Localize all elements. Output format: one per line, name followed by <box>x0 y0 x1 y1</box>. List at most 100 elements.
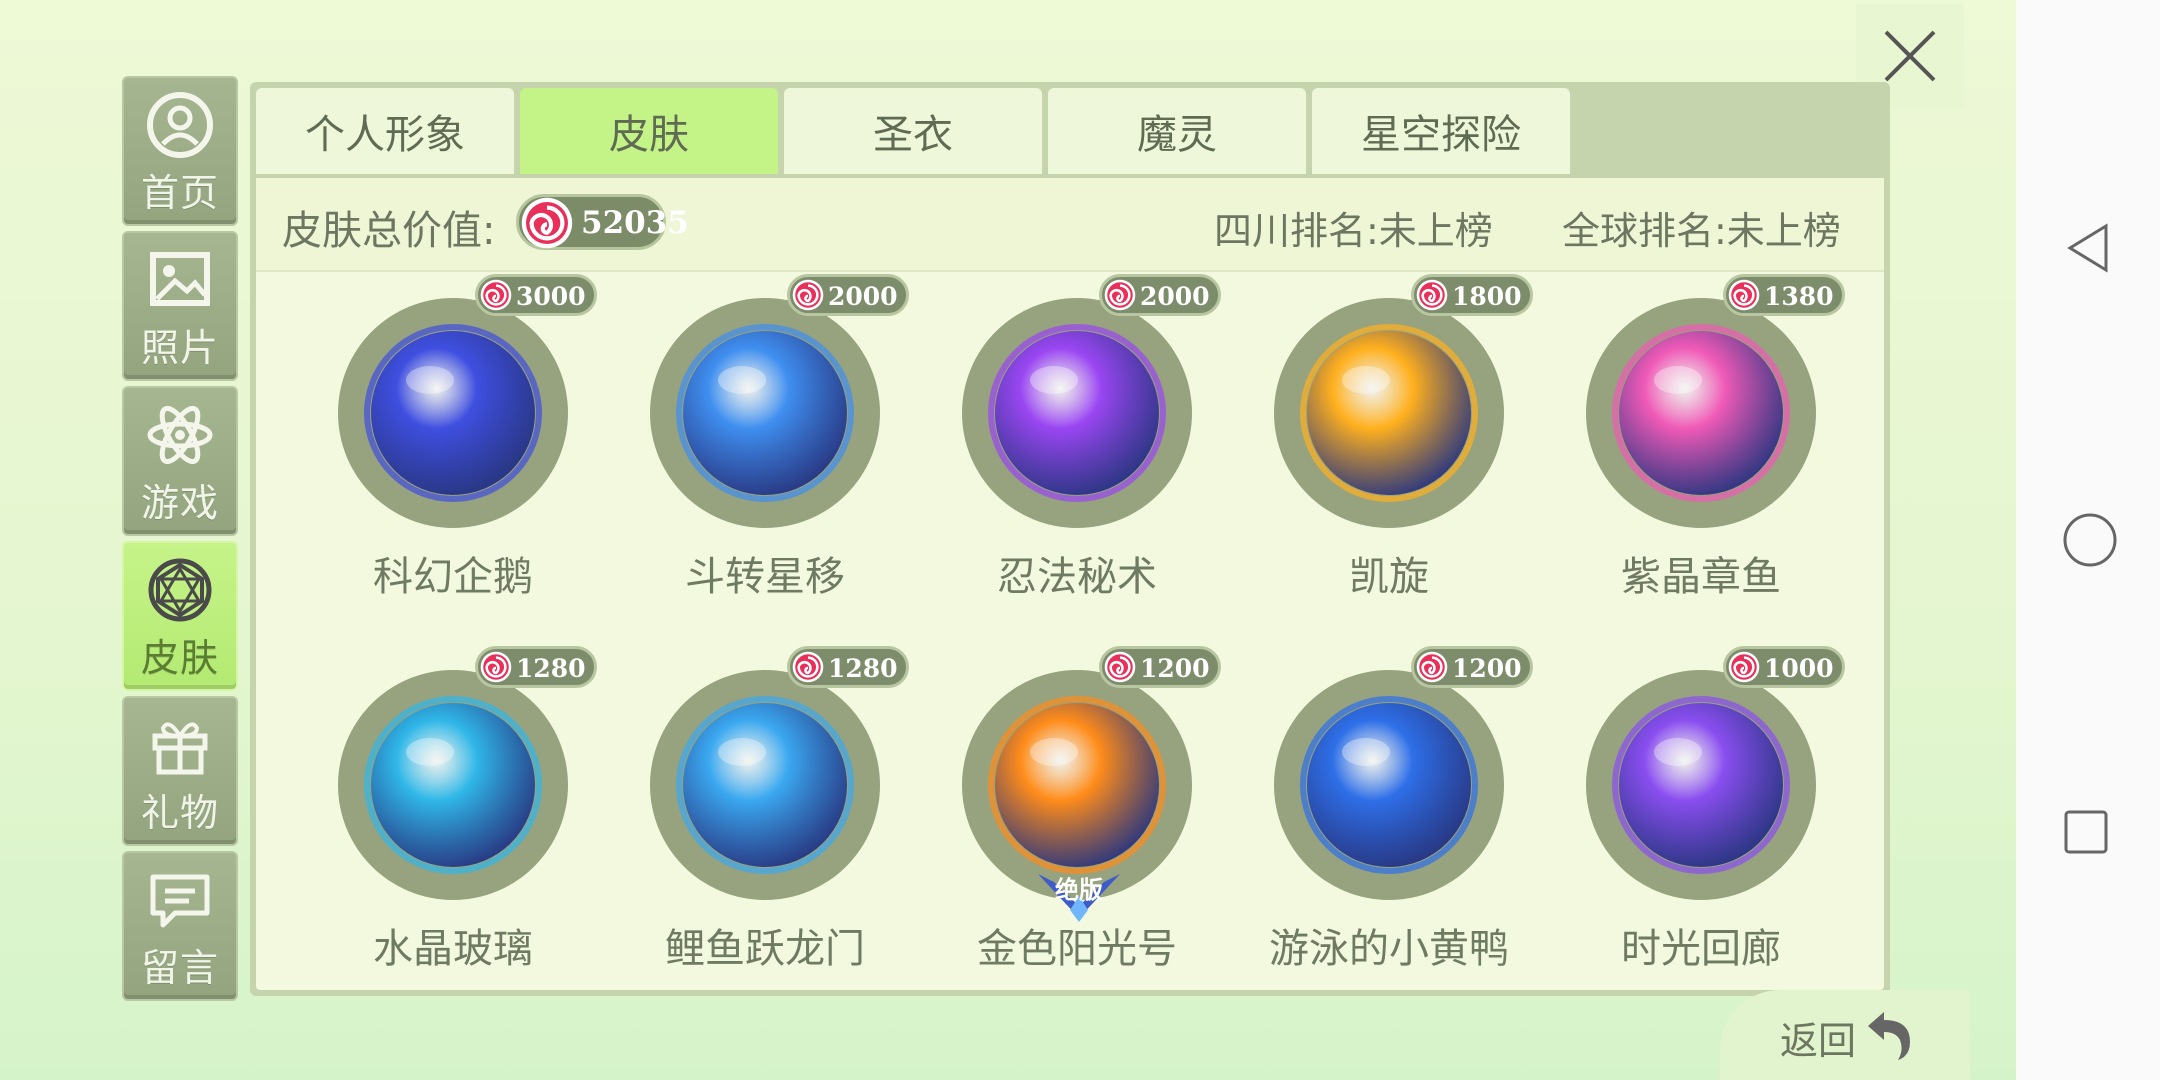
skin-orb-icon <box>988 696 1166 874</box>
tab-bar: 个人形象 皮肤 圣衣 魔灵 星空探险 <box>256 88 1576 174</box>
price-tag: 1200 <box>1411 646 1533 688</box>
close-icon <box>1884 30 1936 82</box>
total-value-label: 皮肤总价值: <box>282 208 496 254</box>
price-tag: 1280 <box>475 646 597 688</box>
price-value: 1200 <box>1452 654 1522 683</box>
triangle-back-icon[interactable] <box>2062 222 2114 274</box>
skin-orb-icon <box>364 696 542 874</box>
sidebar-item-games[interactable]: 游戏 <box>122 386 238 536</box>
sidebar-item-label: 首页 <box>140 171 219 215</box>
tab-spirits[interactable]: 魔灵 <box>1048 88 1306 174</box>
total-value-pill: 52035 <box>516 194 689 250</box>
sidebar-item-label: 礼物 <box>140 791 219 835</box>
candy-icon <box>792 651 824 683</box>
skin-item[interactable]: 2000 忍法秘术 <box>924 274 1224 638</box>
skin-orb-icon <box>1612 324 1790 502</box>
summary-bar: 皮肤总价值: 52035 四川排名:未上榜 全球排名:未上榜 <box>256 178 1884 272</box>
price-value: 1000 <box>1764 654 1834 683</box>
skin-orb-icon <box>676 696 854 874</box>
global-rank: 全球排名:未上榜 <box>1562 209 1841 253</box>
skin-orb-icon <box>676 324 854 502</box>
sidebar-item-gifts[interactable]: 礼物 <box>122 696 238 846</box>
circle-home-icon[interactable] <box>2062 512 2118 568</box>
candy-icon <box>1728 279 1760 311</box>
price-value: 1800 <box>1452 282 1522 311</box>
price-tag: 1200 <box>1099 646 1221 688</box>
atom-icon <box>147 405 213 465</box>
tab-armor[interactable]: 圣衣 <box>784 88 1042 174</box>
skin-item[interactable]: 1200 绝版金色阳光号 <box>924 646 1224 1010</box>
candy-icon <box>480 279 512 311</box>
candy-icon <box>1104 279 1136 311</box>
system-nav-bar <box>2016 0 2160 1080</box>
sichuan-rank: 四川排名:未上榜 <box>1214 209 1493 253</box>
candy-icon <box>1416 279 1448 311</box>
skin-name: 科幻企鹅 <box>373 554 533 600</box>
candy-icon <box>1416 651 1448 683</box>
sidebar-item-photos[interactable]: 照片 <box>122 231 238 381</box>
skin-name: 游泳的小黄鸭 <box>1269 926 1509 972</box>
candy-icon <box>792 279 824 311</box>
sidebar-item-label: 照片 <box>140 326 219 370</box>
skin-item[interactable]: 1380 紫晶章鱼 <box>1548 274 1848 638</box>
skin-item[interactable]: 1000 时光回廊 <box>1548 646 1848 1010</box>
price-value: 1280 <box>828 654 898 683</box>
skin-orb-icon <box>1300 696 1478 874</box>
candy-icon <box>521 197 573 249</box>
skin-item[interactable]: 1280 鲤鱼跃龙门 <box>612 646 912 1010</box>
skin-item[interactable]: 1800 凯旋 <box>1236 274 1536 638</box>
skin-item[interactable]: 2000 斗转星移 <box>612 274 912 638</box>
skin-grid: 3000 科幻企鹅 2000 斗转星移 2000 忍法秘术 1800 凯旋 1380 紫晶章鱼 12… <box>256 274 1884 990</box>
sidebar-item-home[interactable]: 首页 <box>122 76 238 226</box>
skin-name: 紫晶章鱼 <box>1621 554 1781 600</box>
skin-item[interactable]: 3000 科幻企鹅 <box>300 274 600 638</box>
price-value: 1200 <box>1140 654 1210 683</box>
price-value: 2000 <box>1140 282 1210 311</box>
square-recents-icon[interactable] <box>2062 808 2110 856</box>
skin-name: 金色阳光号 <box>977 926 1177 972</box>
candy-icon <box>480 651 512 683</box>
price-tag: 3000 <box>475 274 597 316</box>
tab-space-adventure[interactable]: 星空探险 <box>1312 88 1570 174</box>
gift-icon <box>152 722 208 775</box>
home-user-icon <box>147 92 213 158</box>
sidebar-item-messages[interactable]: 留言 <box>122 851 238 1001</box>
skin-orb-icon <box>988 324 1166 502</box>
tab-avatar[interactable]: 个人形象 <box>256 88 514 174</box>
skin-item[interactable]: 1280 水晶玻璃 <box>300 646 600 1010</box>
back-label: 返回 <box>1780 1019 1857 1063</box>
price-tag: 1800 <box>1411 274 1533 316</box>
return-arrow-icon <box>1868 1012 1910 1060</box>
price-tag: 2000 <box>787 274 909 316</box>
skin-name: 水晶玻璃 <box>373 926 533 972</box>
skin-orb-icon <box>1612 696 1790 874</box>
price-value: 1280 <box>516 654 586 683</box>
sidebar-item-skins[interactable]: 皮肤 <box>122 541 238 691</box>
photo-icon <box>150 252 210 306</box>
tab-skins[interactable]: 皮肤 <box>520 88 778 174</box>
skin-name: 鲤鱼跃龙门 <box>665 926 865 972</box>
price-value: 1380 <box>1764 282 1834 311</box>
skin-name: 时光回廊 <box>1621 926 1781 972</box>
skin-name: 斗转星移 <box>685 554 845 600</box>
skin-name: 凯旋 <box>1349 554 1429 600</box>
skin-item[interactable]: 1200 游泳的小黄鸭 <box>1236 646 1536 1010</box>
sidebar-item-label: 留言 <box>140 946 219 990</box>
price-value: 2000 <box>828 282 898 311</box>
badge-label: 绝版 <box>1055 876 1103 904</box>
sidebar-item-label: 游戏 <box>140 481 219 525</box>
price-tag: 2000 <box>1099 274 1221 316</box>
gem-icon <box>148 558 212 622</box>
price-tag: 1000 <box>1723 646 1845 688</box>
skin-orb-icon <box>1300 324 1478 502</box>
candy-icon <box>1728 651 1760 683</box>
price-value: 3000 <box>516 282 586 311</box>
skin-orb-icon <box>364 324 542 502</box>
skin-name: 忍法秘术 <box>997 554 1157 600</box>
candy-icon <box>1104 651 1136 683</box>
sidebar: 首页 照片 游戏 皮肤 礼物 留言 <box>122 76 240 1006</box>
price-tag: 1380 <box>1723 274 1845 316</box>
back-button[interactable]: 返回 <box>1720 990 1970 1080</box>
message-icon <box>150 874 210 928</box>
price-tag: 1280 <box>787 646 909 688</box>
